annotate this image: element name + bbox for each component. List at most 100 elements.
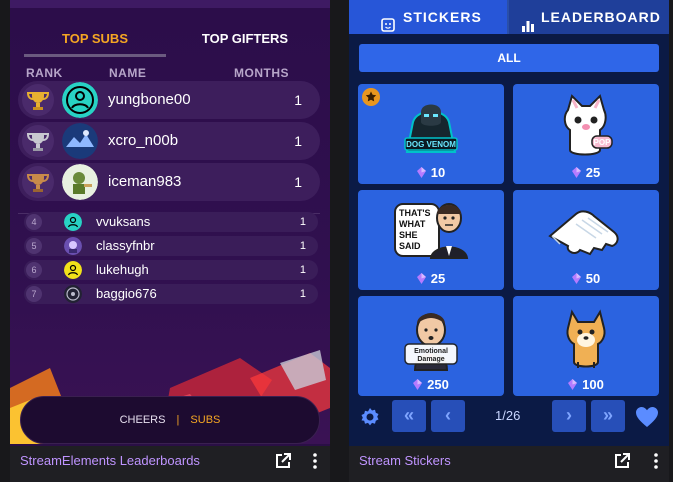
- popout-icon[interactable]: [613, 452, 631, 470]
- active-tab-underline: [24, 54, 166, 57]
- bar-chart-icon: [521, 11, 535, 32]
- price-value: 250: [427, 377, 449, 392]
- panel-top-bar: [10, 0, 330, 8]
- sticker-card[interactable]: 100: [513, 296, 659, 396]
- price-value: 25: [585, 165, 601, 180]
- sticker-card[interactable]: POP 25: [513, 84, 659, 184]
- avatar: [62, 123, 98, 159]
- username: yungbone00: [108, 91, 191, 108]
- username: baggio676: [96, 286, 157, 301]
- page-indicator: 1/26: [495, 408, 521, 423]
- leaderboard-row-1: yungbone00 1: [18, 81, 320, 119]
- featured-star-icon: [362, 88, 380, 106]
- leaderboard-row-7: 7 baggio676 1: [24, 284, 318, 304]
- sticker-price: 250: [358, 377, 504, 392]
- more-options-icon[interactable]: [306, 452, 324, 470]
- avatar: [64, 213, 82, 231]
- filter-all-button[interactable]: ALL: [359, 44, 659, 72]
- tab-top-gifters[interactable]: TOP GIFTERS: [174, 24, 316, 54]
- leaderboard-tabs: TOP SUBS TOP GIFTERS: [24, 24, 316, 57]
- months-value: 1: [299, 216, 306, 228]
- username: lukehugh: [96, 262, 149, 277]
- extension-name[interactable]: Stream Stickers: [359, 446, 451, 476]
- sticker-card[interactable]: Emotional Damage 250: [358, 296, 504, 396]
- bits-gem-icon: [416, 166, 426, 178]
- extension-footer: Stream Stickers: [349, 446, 669, 482]
- sticker-image: [546, 196, 626, 266]
- trophy-silver-icon: [22, 125, 54, 157]
- more-options-icon[interactable]: [647, 452, 665, 470]
- rank-badge: 5: [26, 238, 42, 254]
- months-value: 1: [299, 264, 306, 276]
- bits-gem-icon: [413, 378, 423, 390]
- header-months: MONTHS: [234, 66, 289, 80]
- rank-badge: 7: [26, 286, 42, 302]
- price-value: 50: [585, 271, 601, 286]
- last-page-button[interactable]: »: [591, 400, 625, 432]
- months-value: 1: [299, 288, 306, 300]
- leaderboard-row-6: 6 lukehugh 1: [24, 260, 318, 280]
- username: iceman983: [108, 173, 182, 190]
- sticker-icon: [381, 10, 395, 32]
- toggle-separator: |: [176, 414, 180, 426]
- sticker-text: Emotional: [414, 348, 448, 355]
- subs-button[interactable]: SUBS: [190, 414, 220, 426]
- extension-footer: StreamElements Leaderboards: [10, 446, 330, 482]
- sticker-text: DOG VENOM: [406, 140, 456, 149]
- leaderboard-card: TOP SUBS TOP GIFTERS RANK NAME MONTHS yu…: [10, 8, 330, 444]
- popout-icon[interactable]: [274, 452, 292, 470]
- sticker-image: DOG VENOM: [391, 90, 471, 160]
- sticker-text: POP: [594, 138, 612, 147]
- leaderboard-row-2: xcro_n00b 1: [18, 122, 320, 160]
- header-rank: RANK: [26, 66, 63, 80]
- sticker-card[interactable]: THAT'S WHAT SHE SAID 25: [358, 190, 504, 290]
- price-value: 10: [430, 165, 446, 180]
- months-value: 1: [294, 92, 302, 108]
- username: classyfnbr: [96, 238, 155, 253]
- sticker-text: SAID: [399, 241, 421, 251]
- sticker-text: Damage: [417, 356, 444, 363]
- leaderboard-row-3: iceman983 1: [18, 163, 320, 201]
- rank-badge: 4: [26, 214, 42, 230]
- price-value: 100: [582, 377, 604, 392]
- avatar: [62, 82, 98, 118]
- tab-stickers-label: STICKERS: [403, 9, 482, 25]
- prev-page-button[interactable]: ‹: [431, 400, 465, 432]
- heart-icon[interactable]: [635, 406, 659, 428]
- avatar: [62, 164, 98, 200]
- tab-top-subs[interactable]: TOP SUBS: [24, 24, 166, 54]
- username: vvuksans: [96, 214, 151, 229]
- stickers-tabs: STICKERS LEADERBOARD: [349, 0, 669, 34]
- sticker-card[interactable]: DOG VENOM 10: [358, 84, 504, 184]
- sticker-price: 10: [358, 165, 504, 180]
- trophy-bronze-icon: [22, 166, 54, 198]
- extension-name[interactable]: StreamElements Leaderboards: [20, 446, 200, 476]
- first-page-button[interactable]: «: [392, 400, 426, 432]
- leaderboard-row-4: 4 vvuksans 1: [24, 212, 318, 232]
- sticker-card[interactable]: 50: [513, 190, 659, 290]
- sticker-price: 25: [358, 271, 504, 286]
- tab-leaderboard[interactable]: LEADERBOARD: [509, 0, 669, 34]
- stickers-panel: STICKERS LEADERBOARD ALL DOG VENOM 10 PO…: [349, 0, 669, 482]
- cheers-button[interactable]: CHEERS: [120, 414, 166, 426]
- sticker-image: [546, 302, 626, 372]
- avatar: [64, 237, 82, 255]
- sticker-price: 50: [513, 271, 659, 286]
- sticker-price: 25: [513, 165, 659, 180]
- avatar: [64, 285, 82, 303]
- cheers-subs-toggle: CHEERS | SUBS: [20, 396, 320, 444]
- pagination: « ‹ 1/26 › »: [349, 400, 669, 432]
- sticker-text: WHAT: [399, 219, 426, 229]
- bits-gem-icon: [416, 272, 426, 284]
- bits-gem-icon: [571, 166, 581, 178]
- tab-leaderboard-label: LEADERBOARD: [541, 9, 661, 25]
- months-value: 1: [299, 240, 306, 252]
- settings-gear-icon[interactable]: [359, 406, 381, 428]
- sticker-text: THAT'S: [399, 208, 430, 218]
- price-value: 25: [430, 271, 446, 286]
- leaderboard-panel: TOP SUBS TOP GIFTERS RANK NAME MONTHS yu…: [10, 0, 330, 482]
- tab-stickers[interactable]: STICKERS: [349, 0, 507, 34]
- months-value: 1: [294, 133, 302, 149]
- avatar: [64, 261, 82, 279]
- next-page-button[interactable]: ›: [552, 400, 586, 432]
